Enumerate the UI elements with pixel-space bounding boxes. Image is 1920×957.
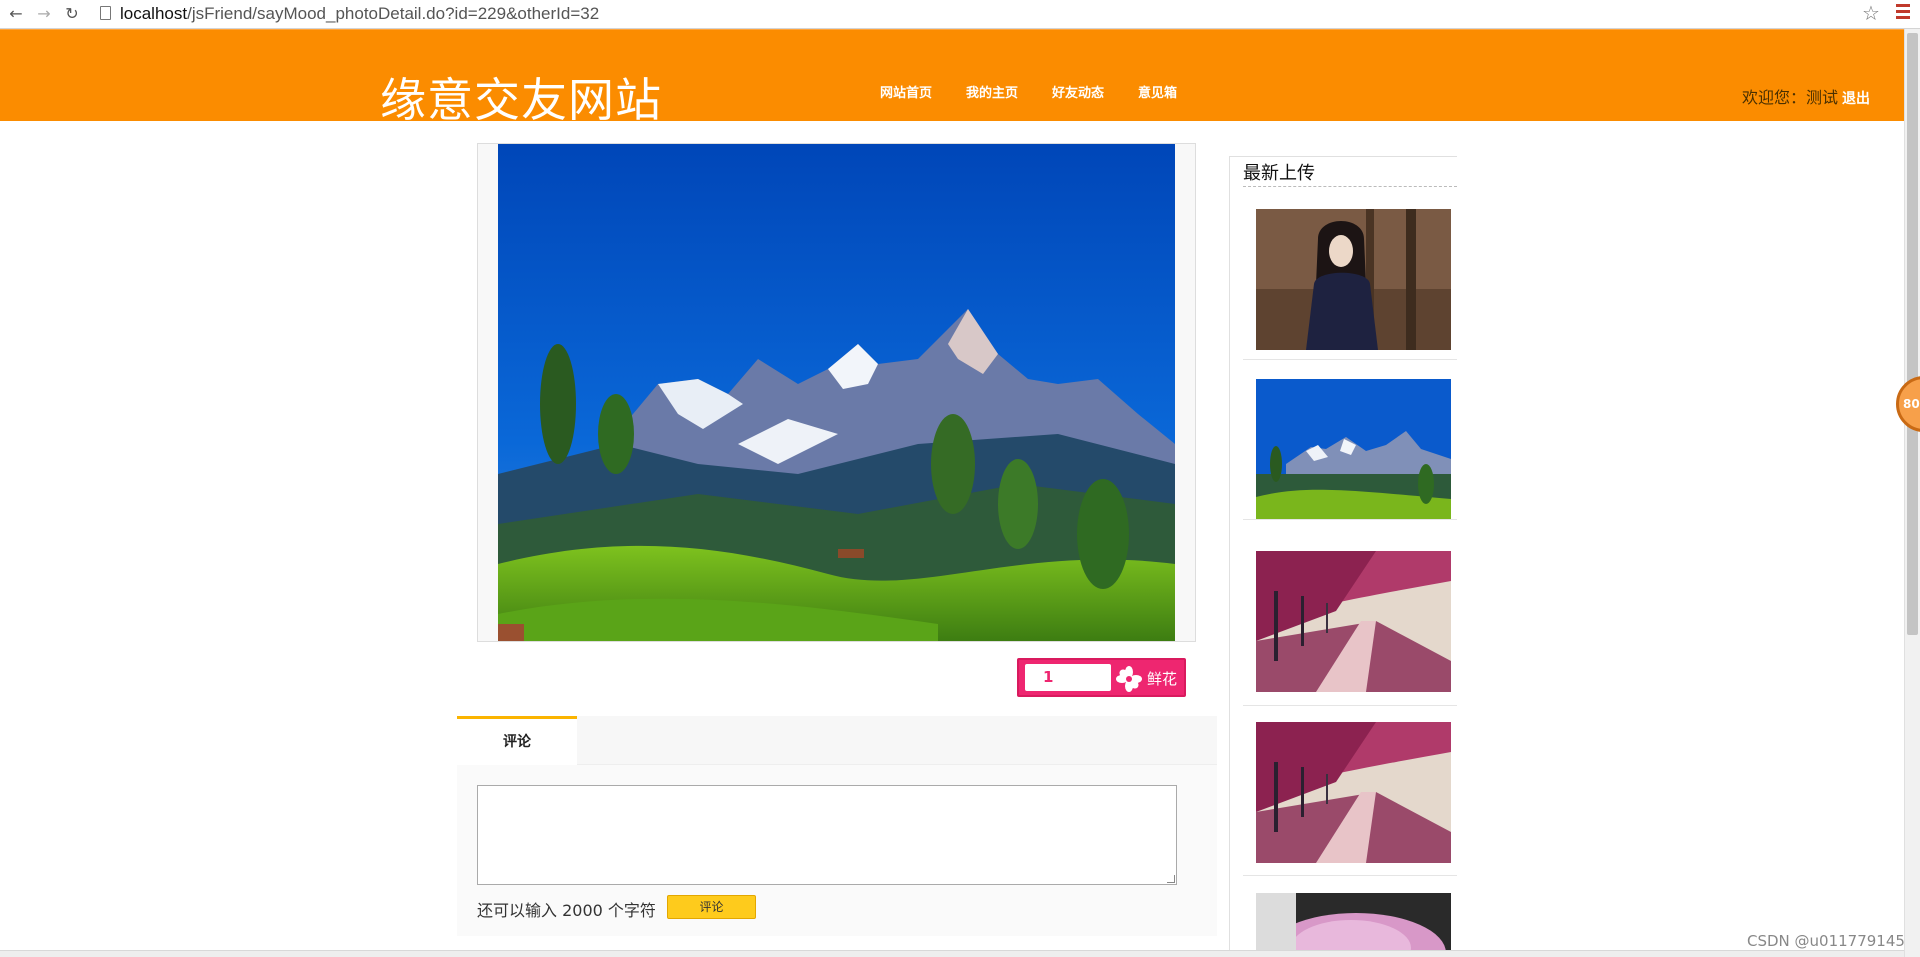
scrollbar-thumb[interactable]	[1907, 33, 1918, 635]
thumbnail-mountain-landscape[interactable]	[1256, 379, 1451, 520]
welcome-text: 欢迎您：测试 退出	[1742, 88, 1871, 107]
bookmark-star-icon[interactable]: ☆	[1862, 1, 1880, 25]
url-text: localhost/jsFriend/sayMood_photoDetail.d…	[120, 4, 600, 23]
forward-arrow-icon[interactable]: →	[34, 4, 54, 24]
logout-link[interactable]: 退出	[1842, 91, 1870, 107]
char-limit-hint: 还可以输入 2000 个字符	[477, 901, 656, 920]
flower-count: 1	[1025, 664, 1111, 691]
thumb-separator	[1243, 519, 1457, 520]
flower-label: 鲜花	[1147, 670, 1178, 688]
sidebar-divider	[1243, 186, 1457, 187]
site-logo[interactable]: 缘意交友网站	[380, 64, 662, 130]
sidebar-title: 最新上传	[1243, 163, 1315, 184]
thumbnail-girl-portrait[interactable]	[1256, 209, 1451, 350]
resize-grip-icon[interactable]	[1167, 875, 1175, 883]
comments-section: 评论 还可以输入 2000 个字符 评论	[457, 716, 1217, 936]
nav-home[interactable]: 网站首页	[880, 82, 932, 101]
thumb-separator	[1243, 705, 1457, 706]
site-header: 缘意交友网站 网站首页 我的主页 好友动态 意见箱 欢迎您：测试 退出	[0, 29, 1904, 127]
bottom-status-strip	[0, 950, 1904, 957]
reload-icon[interactable]: ↻	[62, 4, 82, 24]
main-nav: 网站首页 我的主页 好友动态 意见箱	[880, 82, 1211, 101]
page-icon	[100, 6, 111, 20]
photo-frame	[477, 143, 1196, 642]
thumbnail-pink-blossom[interactable]	[1256, 893, 1451, 957]
address-bar[interactable]: localhost/jsFriend/sayMood_photoDetail.d…	[96, 2, 1886, 26]
tab-comments[interactable]: 评论	[457, 716, 577, 765]
nav-feedback[interactable]: 意见箱	[1138, 82, 1177, 101]
back-arrow-icon[interactable]: ←	[6, 4, 26, 24]
comment-tabbar: 评论	[457, 716, 1217, 765]
submit-comment-button[interactable]: 评论	[667, 895, 756, 919]
page-scrollbar[interactable]	[1904, 29, 1920, 957]
browser-menu-icon[interactable]	[1896, 4, 1910, 22]
thumbnail-pink-tree-path[interactable]	[1256, 722, 1451, 863]
comment-textarea[interactable]	[477, 785, 1177, 885]
watermark: CSDN @u011779145	[1747, 932, 1905, 950]
flower-icon	[1116, 666, 1142, 692]
flower-widget[interactable]: 1 鲜花	[1017, 658, 1186, 697]
sidebar-top-border	[1230, 156, 1457, 157]
thumb-separator	[1243, 875, 1457, 876]
thumb-separator	[1243, 359, 1457, 360]
nav-my-page[interactable]: 我的主页	[966, 82, 1018, 101]
nav-friend-updates[interactable]: 好友动态	[1052, 82, 1104, 101]
thumbnail-pink-tree-path[interactable]	[1256, 551, 1451, 692]
latest-uploads-sidebar: 最新上传	[1229, 156, 1457, 957]
photo-mountain-landscape	[498, 144, 1175, 641]
browser-toolbar: ← → ↻ localhost/jsFriend/sayMood_photoDe…	[0, 0, 1920, 29]
floating-badge[interactable]: 80	[1896, 376, 1920, 432]
